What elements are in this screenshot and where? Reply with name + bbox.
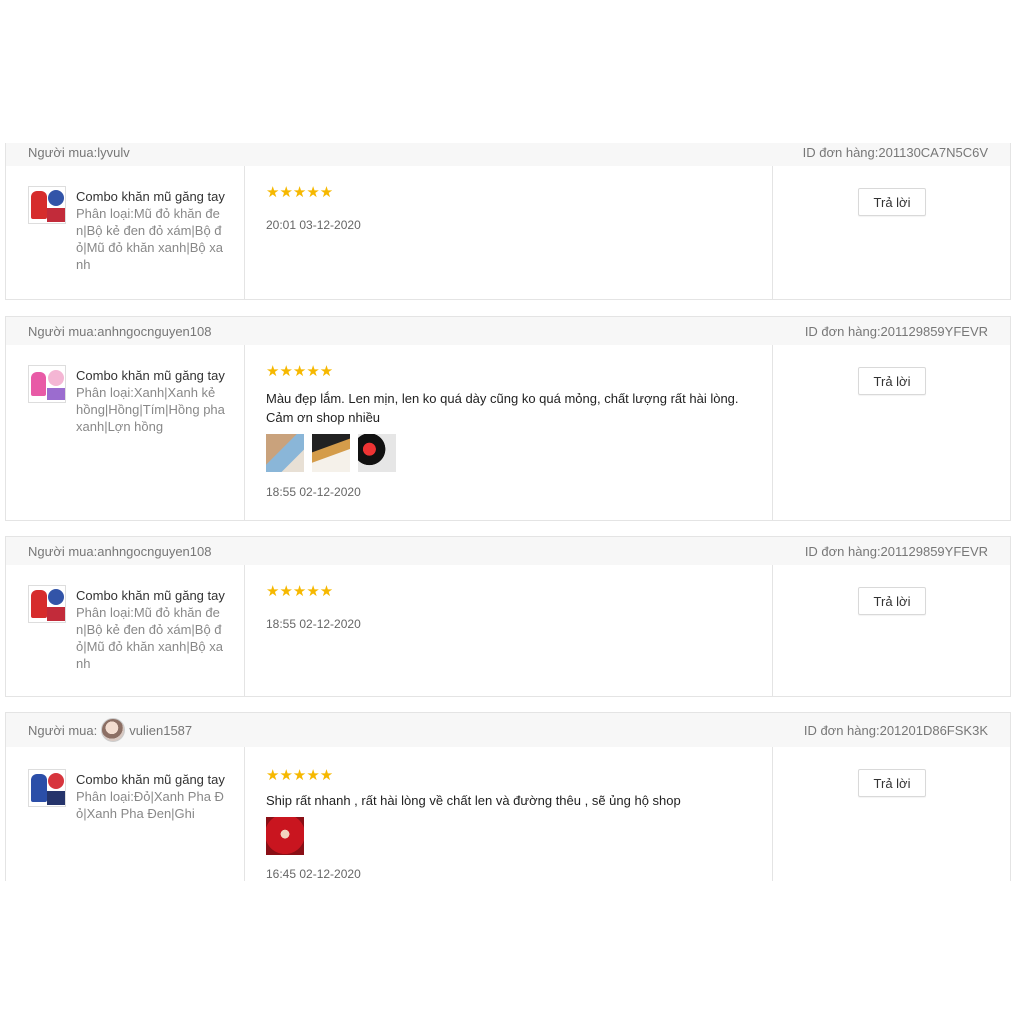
review-media <box>266 434 396 472</box>
buyer-name[interactable]: vulien1587 <box>129 723 192 738</box>
star-rating: ★★★★★ <box>266 583 334 600</box>
product-thumbnail[interactable] <box>28 585 66 623</box>
order-id: ID đơn hàng:201129859YFEVR <box>804 543 988 559</box>
buyer-label: Người mua: <box>28 323 98 339</box>
review-card: Người mua: anhngocnguyen108 ID đơn hàng:… <box>5 316 1011 521</box>
product-name[interactable]: Combo khăn mũ găng tay <box>76 367 226 384</box>
product-variation: Phân loại:Mũ đỏ khăn đen|Bộ kẻ đen đỏ xá… <box>76 605 223 671</box>
buyer-name[interactable]: anhngocnguyen108 <box>97 544 211 559</box>
product-column: Combo khăn mũ găng tay Phân loại:Mũ đỏ k… <box>6 166 245 299</box>
reply-button[interactable]: Trả lời <box>858 367 926 395</box>
star-rating: ★★★★★ <box>266 363 334 380</box>
reviews-list: Người mua: lyvulv ID đơn hàng:201130CA7N… <box>0 143 1024 881</box>
product-variation: Phân loại:Mũ đỏ khăn đen|Bộ kẻ đen đỏ xá… <box>76 206 223 272</box>
buyer-label: Người mua: <box>28 543 98 559</box>
review-header: Người mua: anhngocnguyen108 ID đơn hàng:… <box>6 317 1010 345</box>
review-column: ★★★★★ 20:01 03-12-2020 <box>244 166 773 299</box>
product-thumbnail[interactable] <box>28 769 66 807</box>
product-name[interactable]: Combo khăn mũ găng tay <box>76 771 226 788</box>
review-header: Người mua: vulien1587 ID đơn hàng:201201… <box>6 713 1010 747</box>
review-comment: Màu đẹp lắm. Len mịn, len ko quá dày cũn… <box>266 391 739 425</box>
review-column: ★★★★★ 18:55 02-12-2020 <box>244 565 773 696</box>
product-thumbnail[interactable] <box>28 365 66 403</box>
review-time: 20:01 03-12-2020 <box>266 218 361 232</box>
order-id: ID đơn hàng:201201D86FSK3K <box>803 722 988 738</box>
buyer-info: Người mua: lyvulv <box>28 145 130 160</box>
review-column: ★★★★★ Ship rất nhanh , rất hài lòng về c… <box>244 747 773 881</box>
buyer-label: Người mua: <box>28 144 98 160</box>
review-card: Người mua: anhngocnguyen108 ID đơn hàng:… <box>5 536 1011 697</box>
review-photo[interactable] <box>266 817 304 855</box>
review-time: 18:55 02-12-2020 <box>266 485 361 499</box>
buyer-info: Người mua: vulien1587 <box>28 718 192 742</box>
star-rating: ★★★★★ <box>266 184 334 201</box>
star-rating: ★★★★★ <box>266 767 334 784</box>
review-column: ★★★★★ Màu đẹp lắm. Len mịn, len ko quá d… <box>244 345 773 520</box>
action-column: Trả lời <box>773 747 1010 881</box>
reply-button[interactable]: Trả lời <box>858 769 926 797</box>
action-column: Trả lời <box>773 345 1010 520</box>
review-comment: Ship rất nhanh , rất hài lòng về chất le… <box>266 793 681 808</box>
review-time: 16:45 02-12-2020 <box>266 867 361 881</box>
review-media <box>266 817 304 855</box>
buyer-label: Người mua: <box>28 722 98 738</box>
buyer-name[interactable]: anhngocnguyen108 <box>97 324 211 339</box>
buyer-name[interactable]: lyvulv <box>97 145 130 160</box>
order-id: ID đơn hàng:201129859YFEVR <box>804 323 988 339</box>
order-id: ID đơn hàng:201130CA7N5C6V <box>802 144 988 160</box>
product-variation: Phân loại:Xanh|Xanh kẻ hồng|Hồng|Tím|Hồn… <box>76 385 225 434</box>
buyer-info: Người mua: anhngocnguyen108 <box>28 544 211 559</box>
buyer-info: Người mua: anhngocnguyen108 <box>28 324 211 339</box>
avatar <box>101 718 126 742</box>
review-header: Người mua: anhngocnguyen108 ID đơn hàng:… <box>6 537 1010 565</box>
review-photo[interactable] <box>358 434 396 472</box>
product-variation: Phân loại:Đỏ|Xanh Pha Đỏ|Xanh Pha Đen|Gh… <box>76 789 224 821</box>
review-header: Người mua: lyvulv ID đơn hàng:201130CA7N… <box>6 143 1010 166</box>
review-photo[interactable] <box>312 434 350 472</box>
action-column: Trả lời <box>773 565 1010 696</box>
review-time: 18:55 02-12-2020 <box>266 617 361 631</box>
reply-button[interactable]: Trả lời <box>858 587 926 615</box>
product-name[interactable]: Combo khăn mũ găng tay <box>76 587 226 604</box>
action-column: Trả lời <box>773 166 1010 299</box>
review-card: Người mua: lyvulv ID đơn hàng:201130CA7N… <box>5 143 1011 300</box>
product-column: Combo khăn mũ găng tay Phân loại:Mũ đỏ k… <box>6 565 245 696</box>
reply-button[interactable]: Trả lời <box>858 188 926 216</box>
review-card: Người mua: vulien1587 ID đơn hàng:201201… <box>5 712 1011 881</box>
review-photo[interactable] <box>266 434 304 472</box>
product-thumbnail[interactable] <box>28 186 66 224</box>
product-column: Combo khăn mũ găng tay Phân loại:Xanh|Xa… <box>6 345 245 520</box>
product-name[interactable]: Combo khăn mũ găng tay <box>76 188 226 205</box>
product-column: Combo khăn mũ găng tay Phân loại:Đỏ|Xanh… <box>6 747 245 881</box>
